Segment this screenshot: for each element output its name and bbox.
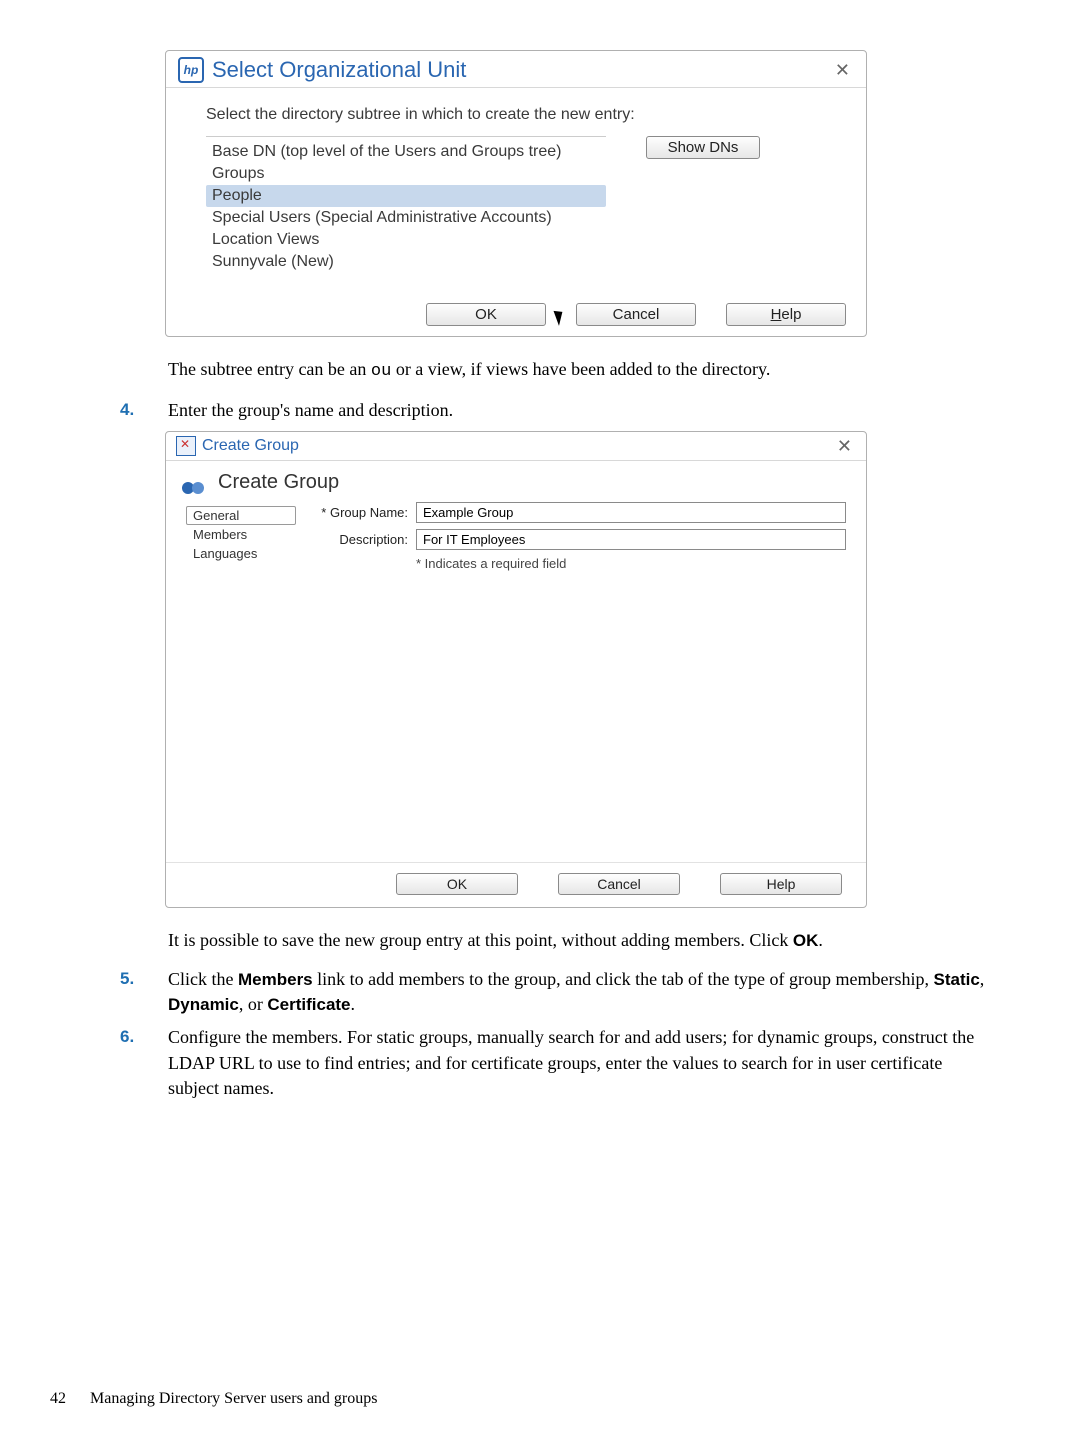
- hp-logo-icon: hp: [178, 57, 204, 83]
- close-icon[interactable]: ✕: [833, 437, 856, 455]
- ou-note-paragraph: The subtree entry can be an ou or a view…: [168, 357, 990, 384]
- step-number: 4.: [120, 398, 134, 422]
- select-ou-instruction: Select the directory subtree in which to…: [206, 106, 826, 124]
- step-number: 5.: [120, 967, 134, 991]
- help-button[interactable]: Help: [726, 303, 846, 326]
- tab-general[interactable]: General: [186, 506, 296, 525]
- required-field-note: * Indicates a required field: [416, 556, 846, 571]
- create-group-tabs: General Members Languages: [186, 502, 296, 862]
- description-input[interactable]: [416, 529, 846, 550]
- list-item[interactable]: Special Users (Special Administrative Ac…: [206, 207, 606, 229]
- create-group-dialog: Create Group ✕ Create Group General Memb…: [165, 431, 867, 908]
- page-number: 42: [50, 1390, 66, 1407]
- group-name-input[interactable]: [416, 502, 846, 523]
- select-ou-titlebar: hp Select Organizational Unit ✕: [166, 51, 866, 88]
- list-item[interactable]: Location Views: [206, 229, 606, 251]
- save-note-paragraph: It is possible to save the new group ent…: [168, 928, 990, 953]
- list-item[interactable]: Sunnyvale (New): [206, 251, 606, 273]
- description-label: Description:: [308, 532, 416, 547]
- footer-title: Managing Directory Server users and grou…: [90, 1390, 377, 1407]
- page-footer: 42 Managing Directory Server users and g…: [50, 1390, 377, 1408]
- list-item[interactable]: Base DN (top level of the Users and Grou…: [206, 141, 606, 163]
- cancel-button[interactable]: Cancel: [576, 303, 696, 326]
- step-4: 4. Enter the group's name and descriptio…: [120, 398, 990, 423]
- help-button[interactable]: Help: [720, 873, 842, 895]
- tab-languages[interactable]: Languages: [186, 544, 296, 563]
- select-ou-title: Select Organizational Unit: [212, 57, 466, 83]
- list-item[interactable]: Groups: [206, 163, 606, 185]
- step-6: 6. Configure the members. For static gro…: [120, 1025, 990, 1101]
- cancel-button[interactable]: Cancel: [558, 873, 680, 895]
- step-number: 6.: [120, 1025, 134, 1049]
- ou-subtree-list[interactable]: Base DN (top level of the Users and Grou…: [206, 136, 606, 273]
- create-group-window-title: Create Group: [202, 437, 299, 455]
- close-icon[interactable]: ✕: [831, 61, 854, 79]
- show-dns-button[interactable]: Show DNs: [646, 136, 760, 159]
- create-group-titlebar: Create Group ✕: [166, 432, 866, 461]
- create-group-window-icon: [176, 436, 196, 456]
- list-item-selected[interactable]: People: [206, 185, 606, 207]
- tab-members[interactable]: Members: [186, 525, 296, 544]
- ou-code: ou: [371, 362, 391, 381]
- create-group-header: Create Group: [166, 461, 866, 502]
- ok-button[interactable]: OK: [426, 303, 546, 326]
- group-name-label: * Group Name:: [308, 505, 416, 520]
- select-ou-dialog: hp Select Organizational Unit ✕ Select t…: [165, 50, 867, 337]
- ok-button[interactable]: OK: [396, 873, 518, 895]
- people-icon: [182, 472, 208, 494]
- step-5: 5. Click the Members link to add members…: [120, 967, 990, 1017]
